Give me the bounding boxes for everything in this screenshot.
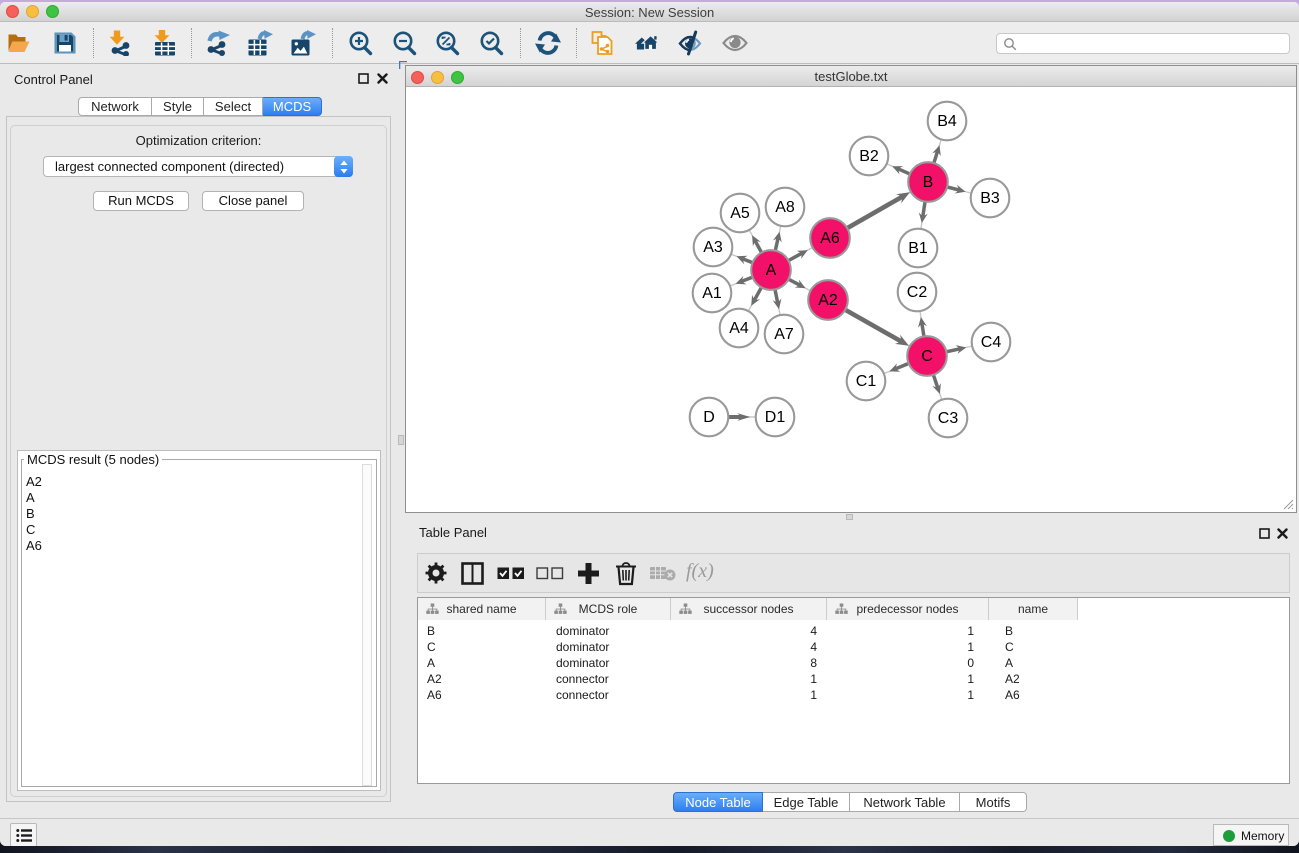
svg-text:C1: C1 — [856, 373, 877, 390]
svg-text:A1: A1 — [702, 285, 722, 302]
svg-text:C4: C4 — [981, 334, 1002, 351]
svg-text:A7: A7 — [774, 326, 794, 343]
svg-text:C2: C2 — [907, 284, 928, 301]
svg-text:A8: A8 — [775, 199, 795, 216]
svg-text:A4: A4 — [729, 320, 749, 337]
svg-text:B: B — [923, 174, 934, 191]
svg-text:A2: A2 — [818, 292, 838, 309]
svg-text:D1: D1 — [765, 409, 786, 426]
svg-text:C: C — [921, 348, 933, 365]
svg-text:A6: A6 — [820, 230, 840, 247]
svg-text:B3: B3 — [980, 190, 1000, 207]
svg-text:A5: A5 — [730, 205, 750, 222]
svg-text:C3: C3 — [938, 410, 959, 427]
svg-text:B2: B2 — [859, 148, 879, 165]
svg-text:B4: B4 — [937, 113, 957, 130]
svg-text:A3: A3 — [703, 239, 723, 256]
svg-text:A: A — [766, 262, 777, 279]
svg-text:D: D — [703, 409, 715, 426]
svg-text:B1: B1 — [908, 240, 928, 257]
